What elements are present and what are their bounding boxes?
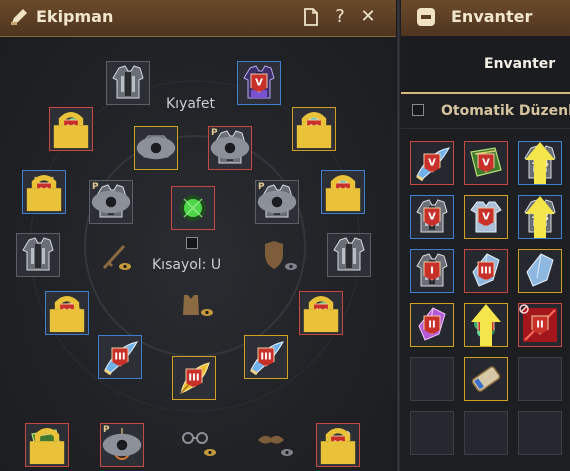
lock-icon [325, 175, 361, 212]
tab-active-indicator [401, 92, 570, 94]
edit-icon [11, 9, 27, 25]
upgrade-arrow-icon [525, 142, 555, 184]
help-button[interactable]: ? [329, 6, 351, 28]
equip-slot-pendant-bottom[interactable]: P [100, 423, 144, 467]
close-button[interactable]: ✕ [357, 6, 379, 28]
eye-icon[interactable] [280, 448, 294, 457]
eye-icon[interactable] [209, 127, 251, 169]
inventory-slot[interactable]: +4 [518, 141, 562, 185]
equip-slot-armor-far-right[interactable] [327, 233, 371, 277]
equip-slot-costume-top-right[interactable]: V [237, 61, 281, 105]
inventory-panel: Envanter Envanter Otomatik Düzenle VV+4V… [401, 0, 570, 471]
crystal-icon [526, 253, 554, 287]
equipment-title-bar[interactable]: Ekipman ? ✕ [0, 0, 396, 37]
inventory-slot[interactable]: II [410, 303, 454, 347]
inventory-slot[interactable] [518, 411, 562, 455]
inventory-slot[interactable] [410, 411, 454, 455]
lock-icon [49, 296, 85, 333]
auto-sort-checkbox[interactable] [412, 104, 424, 116]
inventory-slot[interactable] [464, 357, 508, 401]
green-orb-icon [180, 195, 206, 221]
scroll-icon [471, 366, 501, 392]
tab-inventory[interactable]: Envanter [484, 56, 555, 72]
eye-icon[interactable] [256, 181, 298, 223]
no-entry-icon [519, 304, 529, 314]
inventory-bag-icon [417, 8, 435, 26]
inventory-title-bar[interactable]: Envanter [401, 0, 570, 37]
inventory-title: Envanter [451, 7, 533, 26]
equip-slot-necklace-left[interactable]: V [22, 170, 66, 214]
eye-icon[interactable] [135, 127, 177, 169]
equip-slot-weapon-right[interactable]: III [244, 335, 288, 379]
armor-icon [22, 237, 54, 271]
shield-outline-icon [265, 241, 283, 269]
equip-slot-sword-bottom-right[interactable]: V [316, 423, 360, 467]
inventory-slot[interactable] [518, 249, 562, 293]
vest-outline-icon [183, 295, 199, 315]
equip-slot-weapon-left[interactable]: III [98, 335, 142, 379]
equip-slot-center-orb[interactable] [171, 186, 215, 230]
equip-slot-armor-far-left[interactable] [16, 233, 60, 277]
inventory-slot[interactable] [518, 357, 562, 401]
inventory-slot[interactable]: III [464, 249, 508, 293]
auto-sort-label: Otomatik Düzenle [441, 103, 570, 119]
equip-slot-inner-armor[interactable]: P [208, 126, 252, 170]
page-button[interactable] [300, 6, 322, 28]
lock-icon [29, 428, 65, 465]
equip-slot-inner-chest[interactable] [134, 126, 178, 170]
eye-icon[interactable] [203, 448, 217, 457]
equip-slot-ring-right[interactable]: V [321, 170, 365, 214]
lock-icon [320, 428, 356, 465]
inventory-slot[interactable] [410, 357, 454, 401]
armor-icon [112, 65, 144, 99]
mask-outline-icon [258, 435, 284, 444]
equip-slot-costume-top-left[interactable] [106, 61, 150, 105]
shortcut-label: Kısayol: U [152, 257, 222, 273]
inventory-slot[interactable]: V [464, 195, 508, 239]
lock-icon [296, 112, 332, 149]
equipment-panel: Ekipman ? ✕ Kıyafet Kısayol: U VVVPVVPPV… [0, 0, 396, 471]
lock-icon [303, 296, 339, 333]
equip-slot-book-bottom-left[interactable] [25, 423, 69, 467]
equip-slot-scroll-left[interactable]: V [45, 291, 89, 335]
armor-icon [333, 237, 365, 271]
equip-slot-gem-right[interactable]: IV [299, 291, 343, 335]
inventory-slot[interactable]: +3 [518, 195, 562, 239]
eye-icon[interactable] [200, 308, 214, 317]
equipment-title: Ekipman [36, 7, 114, 26]
inventory-slot[interactable]: II [464, 303, 508, 347]
inventory-slot[interactable]: II [518, 303, 562, 347]
equip-slot-armor-left-inner[interactable]: P [89, 180, 133, 224]
eye-icon[interactable] [90, 181, 132, 223]
equip-slot-charm-left[interactable]: V [49, 107, 93, 151]
lock-icon [53, 112, 89, 149]
costume-label: Kıyafet [166, 96, 215, 112]
inventory-slot[interactable]: V [410, 141, 454, 185]
upgrade-arrow-icon [525, 196, 555, 238]
inventory-separator [401, 128, 570, 129]
equip-slot-armor-right-inner[interactable]: P [255, 180, 299, 224]
glasses-outline-icon [182, 432, 208, 444]
upgrade-arrow-icon [471, 304, 501, 346]
page-icon [304, 8, 318, 26]
shortcut-checkbox[interactable] [186, 237, 198, 249]
equip-slot-ring-right-upper[interactable]: V [292, 107, 336, 151]
eye-icon[interactable] [284, 262, 298, 271]
eye-icon[interactable] [118, 262, 132, 271]
inventory-slot[interactable]: I [410, 249, 454, 293]
inventory-slot[interactable]: V [410, 195, 454, 239]
equip-slot-weapon-center[interactable]: III [172, 356, 216, 400]
inventory-slot[interactable]: V [464, 141, 508, 185]
inventory-slot[interactable] [464, 411, 508, 455]
lock-icon [26, 175, 62, 212]
eye-icon[interactable] [101, 424, 143, 466]
